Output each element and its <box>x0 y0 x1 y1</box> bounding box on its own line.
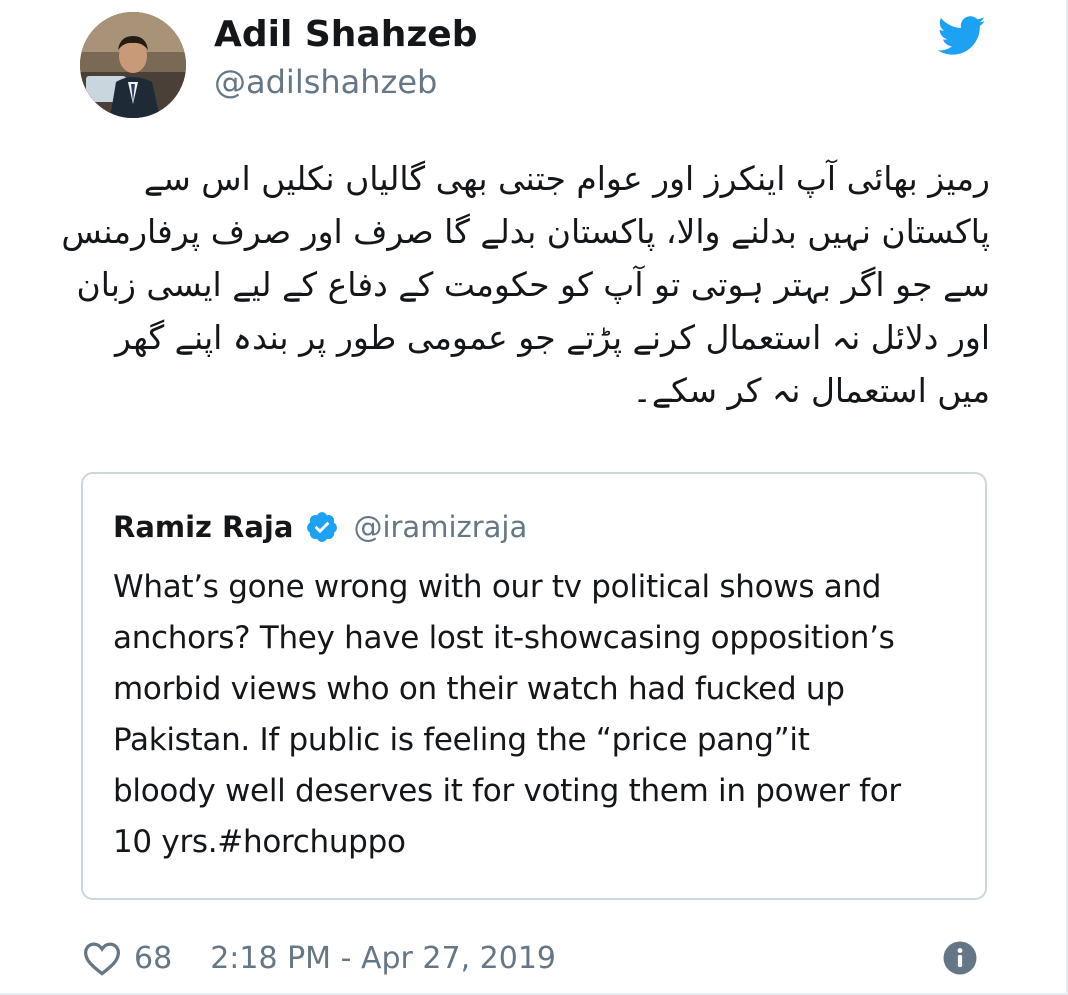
author-avatar[interactable] <box>80 12 186 118</box>
verified-badge-icon <box>307 512 338 542</box>
author-handle[interactable]: @adilshahzeb <box>214 60 437 104</box>
like-count[interactable]: 68 <box>134 941 172 976</box>
tweet-footer: 68 2:18 PM - Apr 27, 2019 <box>82 930 556 986</box>
heart-icon[interactable] <box>82 940 122 976</box>
quoted-author-handle: @iramizraja <box>353 510 528 544</box>
tweet-card: Adil Shahzeb @adilshahzeb رمیز بھائی آپ … <box>0 0 1068 995</box>
quoted-author-name: Ramiz Raja <box>113 510 294 544</box>
info-icon[interactable] <box>942 940 978 976</box>
twitter-bird-icon[interactable] <box>938 16 986 56</box>
tweet-timestamp[interactable]: 2:18 PM - Apr 27, 2019 <box>210 941 556 976</box>
quoted-tweet[interactable]: Ramiz Raja @iramizraja What’s gone wrong… <box>81 472 987 900</box>
tweet-text: رمیز بھائی آپ اینکرز اور عوام جتنی بھی گ… <box>61 159 990 410</box>
quoted-tweet-text: What’s gone wrong with our tv political … <box>113 569 901 860</box>
author-display-name[interactable]: Adil Shahzeb <box>214 12 477 58</box>
avatar-photo <box>80 12 186 118</box>
quoted-tweet-header: Ramiz Raja @iramizraja <box>113 504 527 550</box>
